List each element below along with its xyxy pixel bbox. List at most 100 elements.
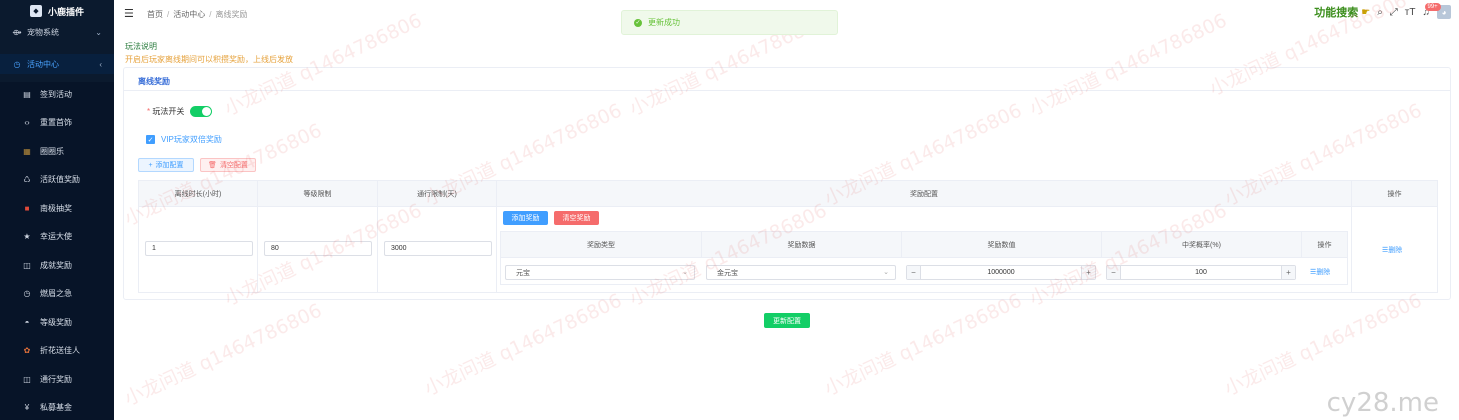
minus-icon[interactable]: − <box>1107 266 1121 279</box>
config-table: 离线时长(小时) 等级限制 通行限制(天) 奖励配置 操作 1 80 3000 … <box>138 180 1438 293</box>
table-cell-level: 80 <box>258 207 378 293</box>
bell-icon[interactable]: ♫ 99+ <box>1423 2 1441 18</box>
reward-column-prob: 中奖概率(%) <box>1102 232 1302 258</box>
code-icon: ‹› <box>24 117 30 127</box>
sidebar-item-antarctic-lottery[interactable]: ■ 南极抽奖 <box>0 196 114 220</box>
reward-delete-link[interactable]: ☰删除 <box>1310 267 1330 277</box>
sidebar-item-checkin[interactable]: ▤ 签到活动 <box>0 82 114 106</box>
hours-input[interactable]: 1 <box>145 241 253 256</box>
chevron-down-icon: ⌄ <box>95 27 102 37</box>
function-search-button[interactable]: 功能搜索 ☛ <box>1314 4 1370 20</box>
plus-icon[interactable]: + <box>1281 266 1295 279</box>
recycle-icon: ♺ <box>23 174 31 184</box>
sidebar-item-pass-reward[interactable]: ◫ 通行奖励 <box>0 367 114 391</box>
clear-reward-button[interactable]: 清空奖励 <box>554 211 599 225</box>
vip-double-label[interactable]: VIP玩家双倍奖励 <box>161 134 222 145</box>
chevron-down-icon: ⌄ <box>883 269 889 276</box>
reward-table: 奖励类型 奖励数据 奖励数值 中奖概率(%) 操作 元宝 ⌄ 金元宝 ⌄ − 1000… <box>500 231 1348 285</box>
site-watermark: cy28.me <box>1326 388 1439 418</box>
switch-label: * 玩法开关 <box>147 106 184 117</box>
add-config-button[interactable]: + 添加配置 <box>138 158 194 172</box>
plugin-icon: ⟴ <box>12 27 22 37</box>
divider <box>124 90 1450 91</box>
rules-title: 玩法说明 <box>125 42 157 51</box>
sidebar-item-label: 私募基金 <box>40 402 72 412</box>
column-header-level: 等级限制 <box>258 181 378 207</box>
level-input[interactable]: 80 <box>264 241 372 256</box>
breadcrumb-activity[interactable]: 活动中心 <box>173 10 205 19</box>
sidebar-item-label: 圈圈乐 <box>40 146 64 156</box>
add-reward-button[interactable]: 添加奖励 <box>503 211 548 225</box>
column-header-hours: 离线时长(小时) <box>139 181 258 207</box>
reward-data-select[interactable]: 金元宝 ⌄ <box>706 265 896 280</box>
rules-description: 开启后玩家离线期间可以积攒奖励，上线后发放 <box>125 55 293 64</box>
activity-submenu: ▤ 签到活动 ‹› 重置首饰 ▦ 圈圈乐 ♺ 活跃值奖励 ■ 南极抽奖 ★ 幸运大使 ◫ 成就… <box>0 82 114 420</box>
breadcrumb-home[interactable]: 首页 <box>147 10 163 19</box>
book-icon: ◫ <box>23 260 31 270</box>
card-title: 离线奖励 <box>138 77 170 86</box>
dashboard-icon: ◓ <box>24 317 30 327</box>
chevron-down-icon: ⌄ <box>682 269 688 276</box>
pass-input[interactable]: 3000 <box>384 241 492 256</box>
clock-icon: ◷ <box>23 288 31 298</box>
plus-icon[interactable]: + <box>1081 266 1095 279</box>
menu-group-activity[interactable]: ◷ 活动中心 ‹ <box>0 54 114 74</box>
clock-icon: ◷ <box>13 59 21 69</box>
toast-message: 更新成功 <box>648 18 680 27</box>
notification-badge: 99+ <box>1424 2 1441 11</box>
check-circle-icon: ✓ <box>634 18 642 27</box>
breadcrumb-separator: / <box>167 10 170 19</box>
menu-group-label: 活动中心 <box>27 59 59 69</box>
sidebar-item-label: 重置首饰 <box>40 117 72 127</box>
reward-data-value: 金元宝 <box>717 269 738 277</box>
reward-value-stepper[interactable]: − 1000000 + <box>906 265 1096 280</box>
plus-icon: + <box>148 161 153 169</box>
menu-toggle-icon[interactable]: ☰ <box>124 7 134 20</box>
clear-config-label: 清空配置 <box>219 162 248 169</box>
reward-prob-stepper[interactable]: − 100 + <box>1106 265 1296 280</box>
treasure-icon: ▦ <box>23 146 31 156</box>
search-icon[interactable]: ⌕ <box>1377 7 1383 18</box>
success-toast: ✓ 更新成功 <box>621 10 838 35</box>
feature-toggle[interactable] <box>190 106 213 117</box>
menu-group-pet[interactable]: ⟴ 宠物系统 ⌄ <box>0 22 114 42</box>
table-cell-reward-config: 添加奖励 清空奖励 奖励类型 奖励数据 奖励数值 中奖概率(%) 操作 元宝 ⌄ … <box>497 207 1352 293</box>
logo-icon: ◆ <box>29 5 42 17</box>
sidebar-item-lucky-ambassador[interactable]: ★ 幸运大使 <box>0 224 114 248</box>
reward-column-data: 奖励数据 <box>702 232 902 258</box>
reward-type-select[interactable]: 元宝 ⌄ <box>505 265 695 280</box>
sidebar-item-reset-jewelry[interactable]: ‹› 重置首饰 <box>0 110 114 134</box>
sidebar-item-activity-reward[interactable]: ♺ 活跃值奖励 <box>0 167 114 191</box>
breadcrumb-current: 离线奖励 <box>215 10 248 19</box>
yen-icon: ¥ <box>24 402 30 412</box>
sidebar-item-circle[interactable]: ▦ 圈圈乐 <box>0 139 114 163</box>
sidebar-item-flower-gift[interactable]: ✿ 折花送佳人 <box>0 338 114 362</box>
star-icon: ★ <box>23 231 31 241</box>
pointing-hand-icon: ☛ <box>1361 6 1371 18</box>
document-icon: ▤ <box>23 89 31 99</box>
vip-double-checkbox[interactable]: ✓ <box>146 135 155 144</box>
update-config-button[interactable]: 更新配置 <box>764 313 810 328</box>
flower-icon: ✿ <box>23 345 31 355</box>
font-size-icon[interactable]: ᴛT <box>1405 7 1416 18</box>
reward-column-type: 奖励类型 <box>501 232 702 258</box>
sidebar-item-private-fund[interactable]: ¥ 私募基金 <box>0 395 114 419</box>
sidebar-item-label: 折花送佳人 <box>40 345 80 355</box>
sidebar-item-label: 幸运大使 <box>40 231 72 241</box>
sidebar-item-label: 燃眉之急 <box>40 288 72 298</box>
reward-column-value: 奖励数值 <box>902 232 1102 258</box>
sidebar-item-label: 签到活动 <box>40 89 72 99</box>
menu-group-label: 宠物系统 <box>27 27 59 37</box>
sidebar-item-achievement[interactable]: ◫ 成就奖励 <box>0 253 114 277</box>
sidebar-item-urgent[interactable]: ◷ 燃眉之急 <box>0 281 114 305</box>
clear-config-button[interactable]: 🗑 清空配置 <box>200 158 256 172</box>
breadcrumb: 首页 / 活动中心 / 离线奖励 <box>147 9 247 20</box>
column-header-pass: 通行限制(天) <box>378 181 497 207</box>
reward-prob-text: 100 <box>1195 269 1207 276</box>
row-delete-link[interactable]: ☰删除 <box>1382 245 1402 255</box>
sidebar-logo[interactable]: ◆ 小鹿插件 <box>0 0 114 22</box>
sidebar-item-level-reward[interactable]: ◓ 等级奖励 <box>0 310 114 334</box>
minus-icon[interactable]: − <box>907 266 921 279</box>
book-icon: ◫ <box>23 374 31 384</box>
fullscreen-icon[interactable]: ⤢ <box>1390 7 1398 18</box>
